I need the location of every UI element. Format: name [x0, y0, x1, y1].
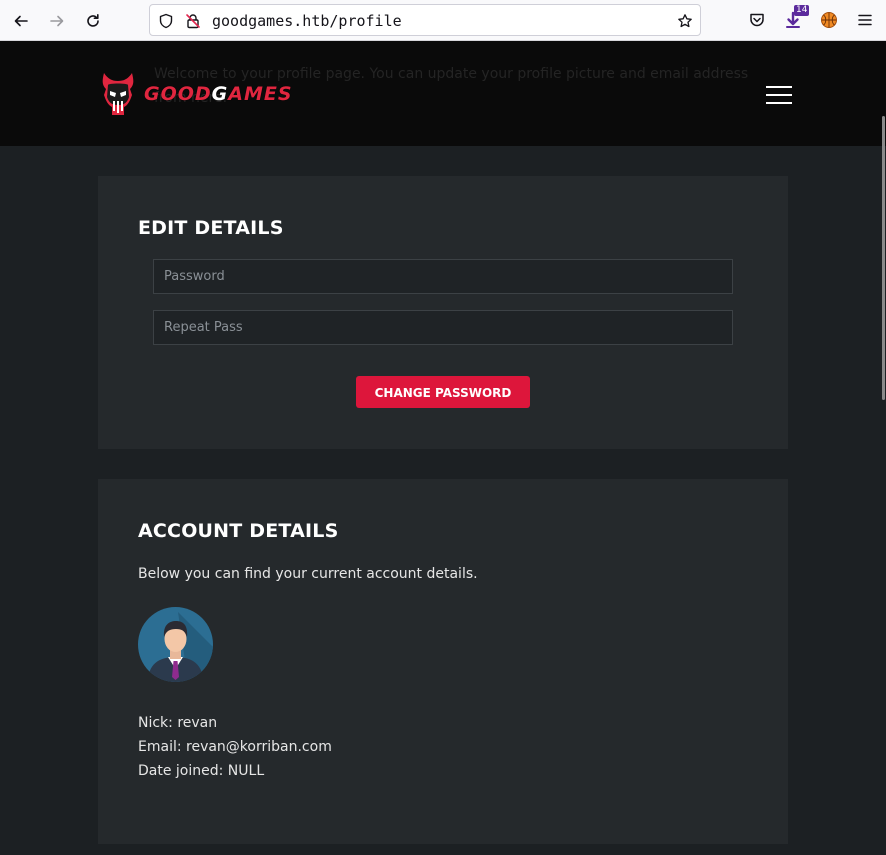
hamburger-menu-icon[interactable] [766, 86, 792, 104]
forward-arrow-icon [50, 15, 64, 27]
repeat-password-field[interactable] [153, 310, 733, 345]
reload-icon [87, 14, 99, 27]
logo-text: GOODGAMES [144, 83, 293, 105]
back-button[interactable] [7, 7, 35, 35]
bookmark-star-icon[interactable] [676, 12, 694, 30]
pocket-icon[interactable] [746, 9, 768, 31]
nick-value: Nick: revan [138, 715, 218, 731]
browser-toolbar: goodgames.htb/profile 14 [0, 0, 886, 41]
back-arrow-icon [14, 15, 28, 27]
avatar [138, 607, 213, 682]
site-header: Welcome to your profile page. You can up… [0, 41, 886, 146]
password-field[interactable] [153, 259, 733, 294]
reload-button[interactable] [79, 7, 107, 35]
account-details-title: ACCOUNT DETAILS [138, 520, 339, 542]
edit-details-title: EDIT DETAILS [138, 217, 284, 239]
account-details-card: ACCOUNT DETAILS Below you can find your … [98, 479, 788, 844]
page-scrollbar[interactable] [882, 116, 885, 400]
change-password-button[interactable]: CHANGE PASSWORD [356, 376, 530, 408]
url-text[interactable]: goodgames.htb/profile [212, 12, 402, 30]
email-value: Email: revan@korriban.com [138, 739, 332, 755]
account-intro-text: Below you can find your current account … [138, 566, 478, 582]
site-logo[interactable]: GOODGAMES [98, 71, 293, 117]
address-bar[interactable]: goodgames.htb/profile [149, 4, 701, 36]
shield-icon[interactable] [157, 12, 175, 30]
extension-badge: 14 [794, 5, 810, 16]
app-menu-icon[interactable] [854, 9, 876, 31]
extension-ball-icon[interactable] [818, 9, 840, 31]
skull-logo-icon [102, 73, 134, 115]
date-joined-value: Date joined: NULL [138, 763, 265, 779]
edit-details-card: EDIT DETAILS CHANGE PASSWORD [98, 176, 788, 449]
insecure-lock-icon[interactable] [184, 12, 202, 30]
extension-download-icon[interactable]: 14 [782, 5, 810, 31]
forward-button[interactable] [43, 7, 71, 35]
